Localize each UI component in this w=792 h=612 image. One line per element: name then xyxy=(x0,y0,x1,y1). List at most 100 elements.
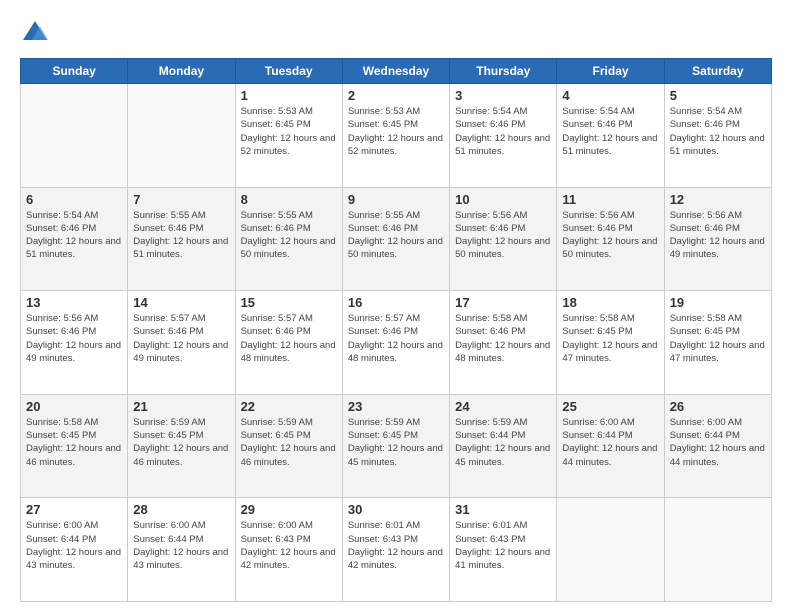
day-number: 27 xyxy=(26,502,122,517)
day-info: Sunrise: 6:00 AM Sunset: 6:44 PM Dayligh… xyxy=(26,519,122,572)
day-info: Sunrise: 5:55 AM Sunset: 6:46 PM Dayligh… xyxy=(348,209,444,262)
calendar-cell: 18 Sunrise: 5:58 AM Sunset: 6:45 PM Dayli… xyxy=(557,291,664,395)
day-info: Sunrise: 6:00 AM Sunset: 6:44 PM Dayligh… xyxy=(133,519,229,572)
day-number: 28 xyxy=(133,502,229,517)
week-row-3: 13 Sunrise: 5:56 AM Sunset: 6:46 PM Dayli… xyxy=(21,291,772,395)
day-info: Sunrise: 6:01 AM Sunset: 6:43 PM Dayligh… xyxy=(348,519,444,572)
day-number: 8 xyxy=(241,192,337,207)
calendar-cell: 29 Sunrise: 6:00 AM Sunset: 6:43 PM Dayli… xyxy=(235,498,342,602)
calendar-cell: 16 Sunrise: 5:57 AM Sunset: 6:46 PM Dayli… xyxy=(342,291,449,395)
day-number: 21 xyxy=(133,399,229,414)
day-info: Sunrise: 5:56 AM Sunset: 6:46 PM Dayligh… xyxy=(670,209,766,262)
calendar-cell: 31 Sunrise: 6:01 AM Sunset: 6:43 PM Dayli… xyxy=(450,498,557,602)
day-info: Sunrise: 5:58 AM Sunset: 6:45 PM Dayligh… xyxy=(562,312,658,365)
calendar-cell: 21 Sunrise: 5:59 AM Sunset: 6:45 PM Dayli… xyxy=(128,394,235,498)
weekday-header-wednesday: Wednesday xyxy=(342,59,449,84)
day-info: Sunrise: 5:53 AM Sunset: 6:45 PM Dayligh… xyxy=(348,105,444,158)
calendar-table: SundayMondayTuesdayWednesdayThursdayFrid… xyxy=(20,58,772,602)
calendar-cell: 28 Sunrise: 6:00 AM Sunset: 6:44 PM Dayli… xyxy=(128,498,235,602)
week-row-1: 1 Sunrise: 5:53 AM Sunset: 6:45 PM Daylig… xyxy=(21,84,772,188)
day-number: 14 xyxy=(133,295,229,310)
day-info: Sunrise: 5:54 AM Sunset: 6:46 PM Dayligh… xyxy=(26,209,122,262)
day-number: 29 xyxy=(241,502,337,517)
weekday-header-saturday: Saturday xyxy=(664,59,771,84)
day-number: 20 xyxy=(26,399,122,414)
day-number: 9 xyxy=(348,192,444,207)
day-info: Sunrise: 5:57 AM Sunset: 6:46 PM Dayligh… xyxy=(241,312,337,365)
day-number: 3 xyxy=(455,88,551,103)
day-info: Sunrise: 5:58 AM Sunset: 6:46 PM Dayligh… xyxy=(455,312,551,365)
day-info: Sunrise: 5:59 AM Sunset: 6:45 PM Dayligh… xyxy=(133,416,229,469)
day-info: Sunrise: 5:54 AM Sunset: 6:46 PM Dayligh… xyxy=(562,105,658,158)
day-info: Sunrise: 5:58 AM Sunset: 6:45 PM Dayligh… xyxy=(26,416,122,469)
header xyxy=(20,18,772,48)
day-number: 17 xyxy=(455,295,551,310)
day-info: Sunrise: 5:54 AM Sunset: 6:46 PM Dayligh… xyxy=(670,105,766,158)
day-number: 24 xyxy=(455,399,551,414)
weekday-header-monday: Monday xyxy=(128,59,235,84)
calendar-cell xyxy=(557,498,664,602)
day-number: 1 xyxy=(241,88,337,103)
calendar-cell: 11 Sunrise: 5:56 AM Sunset: 6:46 PM Dayli… xyxy=(557,187,664,291)
day-number: 6 xyxy=(26,192,122,207)
calendar-cell xyxy=(664,498,771,602)
calendar-cell: 30 Sunrise: 6:01 AM Sunset: 6:43 PM Dayli… xyxy=(342,498,449,602)
day-info: Sunrise: 5:54 AM Sunset: 6:46 PM Dayligh… xyxy=(455,105,551,158)
day-info: Sunrise: 6:01 AM Sunset: 6:43 PM Dayligh… xyxy=(455,519,551,572)
day-info: Sunrise: 6:00 AM Sunset: 6:44 PM Dayligh… xyxy=(670,416,766,469)
day-info: Sunrise: 5:57 AM Sunset: 6:46 PM Dayligh… xyxy=(348,312,444,365)
day-info: Sunrise: 5:56 AM Sunset: 6:46 PM Dayligh… xyxy=(455,209,551,262)
week-row-5: 27 Sunrise: 6:00 AM Sunset: 6:44 PM Dayli… xyxy=(21,498,772,602)
calendar-cell: 23Sunrise: 5:59 AM Sunset: 6:45 PM Dayli… xyxy=(342,394,449,498)
calendar-cell: 8 Sunrise: 5:55 AM Sunset: 6:46 PM Daylig… xyxy=(235,187,342,291)
calendar-cell: 13 Sunrise: 5:56 AM Sunset: 6:46 PM Dayli… xyxy=(21,291,128,395)
calendar-cell: 4 Sunrise: 5:54 AM Sunset: 6:46 PM Daylig… xyxy=(557,84,664,188)
day-info: Sunrise: 5:58 AM Sunset: 6:45 PM Dayligh… xyxy=(670,312,766,365)
calendar-cell: 6 Sunrise: 5:54 AM Sunset: 6:46 PM Daylig… xyxy=(21,187,128,291)
day-number: 25 xyxy=(562,399,658,414)
logo-icon xyxy=(20,18,50,48)
calendar-cell xyxy=(128,84,235,188)
day-number: 26 xyxy=(670,399,766,414)
day-info: Sunrise: 5:55 AM Sunset: 6:46 PM Dayligh… xyxy=(241,209,337,262)
day-number: 30 xyxy=(348,502,444,517)
day-number: 18 xyxy=(562,295,658,310)
weekday-header-thursday: Thursday xyxy=(450,59,557,84)
calendar-cell: 20 Sunrise: 5:58 AM Sunset: 6:45 PM Dayli… xyxy=(21,394,128,498)
calendar-cell: 10Sunrise: 5:56 AM Sunset: 6:46 PM Dayli… xyxy=(450,187,557,291)
day-number: 12 xyxy=(670,192,766,207)
calendar-cell: 24Sunrise: 5:59 AM Sunset: 6:44 PM Dayli… xyxy=(450,394,557,498)
day-number: 13 xyxy=(26,295,122,310)
day-number: 19 xyxy=(670,295,766,310)
calendar-cell: 14 Sunrise: 5:57 AM Sunset: 6:46 PM Dayli… xyxy=(128,291,235,395)
calendar-cell: 12 Sunrise: 5:56 AM Sunset: 6:46 PM Dayli… xyxy=(664,187,771,291)
calendar-cell: 9 Sunrise: 5:55 AM Sunset: 6:46 PM Daylig… xyxy=(342,187,449,291)
day-number: 16 xyxy=(348,295,444,310)
day-info: Sunrise: 5:57 AM Sunset: 6:46 PM Dayligh… xyxy=(133,312,229,365)
week-row-2: 6 Sunrise: 5:54 AM Sunset: 6:46 PM Daylig… xyxy=(21,187,772,291)
day-number: 11 xyxy=(562,192,658,207)
calendar-cell: 27 Sunrise: 6:00 AM Sunset: 6:44 PM Dayli… xyxy=(21,498,128,602)
calendar-cell: 15Sunrise: 5:57 AM Sunset: 6:46 PM Dayli… xyxy=(235,291,342,395)
day-number: 7 xyxy=(133,192,229,207)
calendar-cell: 1 Sunrise: 5:53 AM Sunset: 6:45 PM Daylig… xyxy=(235,84,342,188)
day-info: Sunrise: 6:00 AM Sunset: 6:43 PM Dayligh… xyxy=(241,519,337,572)
day-number: 2 xyxy=(348,88,444,103)
day-info: Sunrise: 5:59 AM Sunset: 6:45 PM Dayligh… xyxy=(348,416,444,469)
day-info: Sunrise: 5:53 AM Sunset: 6:45 PM Dayligh… xyxy=(241,105,337,158)
calendar-cell: 3 Sunrise: 5:54 AM Sunset: 6:46 PM Daylig… xyxy=(450,84,557,188)
day-info: Sunrise: 5:56 AM Sunset: 6:46 PM Dayligh… xyxy=(26,312,122,365)
calendar-cell: 17 Sunrise: 5:58 AM Sunset: 6:46 PM Dayli… xyxy=(450,291,557,395)
logo xyxy=(20,18,54,48)
weekday-header-row: SundayMondayTuesdayWednesdayThursdayFrid… xyxy=(21,59,772,84)
day-number: 5 xyxy=(670,88,766,103)
calendar-cell: 19 Sunrise: 5:58 AM Sunset: 6:45 PM Dayli… xyxy=(664,291,771,395)
day-info: Sunrise: 5:56 AM Sunset: 6:46 PM Dayligh… xyxy=(562,209,658,262)
day-info: Sunrise: 5:59 AM Sunset: 6:45 PM Dayligh… xyxy=(241,416,337,469)
calendar-cell: 7Sunrise: 5:55 AM Sunset: 6:46 PM Daylig… xyxy=(128,187,235,291)
day-number: 31 xyxy=(455,502,551,517)
calendar-cell: 25Sunrise: 6:00 AM Sunset: 6:44 PM Dayli… xyxy=(557,394,664,498)
day-number: 4 xyxy=(562,88,658,103)
calendar-cell: 5 Sunrise: 5:54 AM Sunset: 6:46 PM Daylig… xyxy=(664,84,771,188)
page: SundayMondayTuesdayWednesdayThursdayFrid… xyxy=(0,0,792,612)
